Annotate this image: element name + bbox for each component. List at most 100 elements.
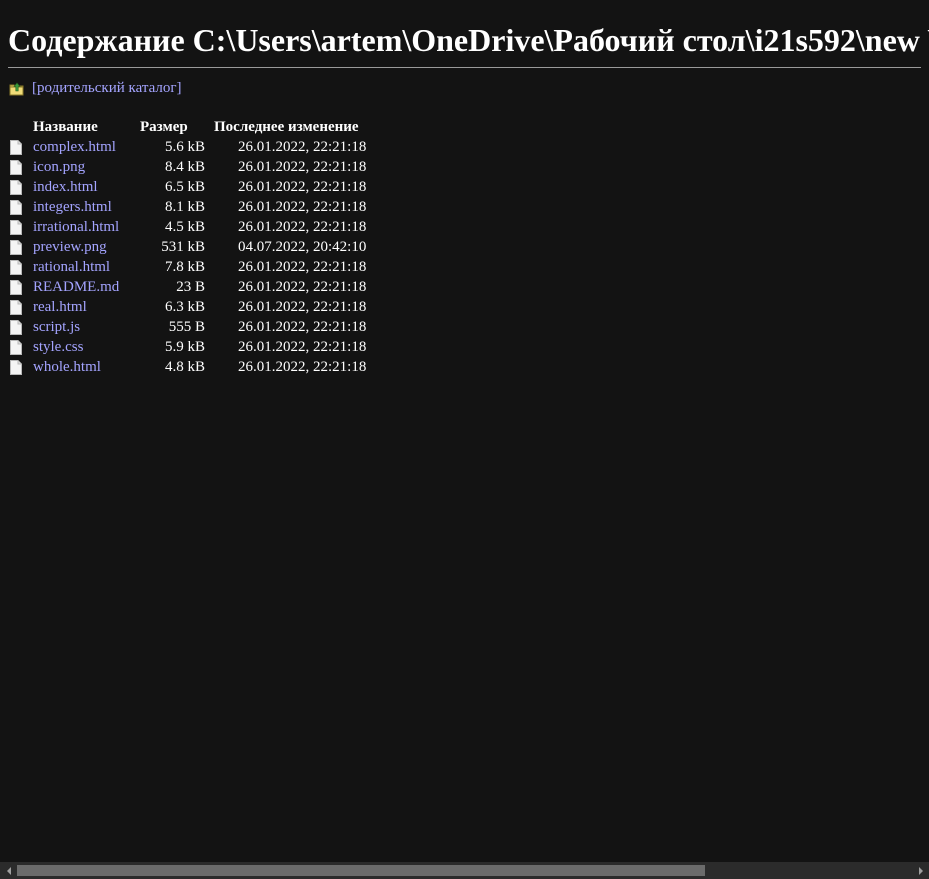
file-modified-cell: 26.01.2022, 22:21:18 [238, 259, 367, 275]
file-icon [10, 280, 22, 296]
heading-divider [8, 67, 921, 68]
file-modified-cell: 26.01.2022, 22:21:18 [238, 279, 367, 295]
file-size-cell: 7.8 kB [164, 259, 205, 275]
page-viewport: Содержание C:\Users\artem\OneDrive\Рабоч… [0, 0, 929, 862]
file-link[interactable]: script.js [33, 319, 80, 335]
file-link[interactable]: real.html [33, 299, 87, 315]
file-link[interactable]: whole.html [33, 359, 101, 375]
file-link[interactable]: complex.html [33, 139, 116, 155]
scroll-right-arrow-icon[interactable] [912, 862, 929, 879]
file-name-cell: icon.png [33, 157, 140, 177]
file-icon [10, 320, 22, 336]
file-size-cell: 5.9 kB [164, 339, 205, 355]
file-modified-cell: 26.01.2022, 22:21:18 [238, 339, 367, 355]
file-icon-cell [8, 177, 33, 197]
file-icon-cell [8, 197, 33, 217]
file-name-cell: rational.html [33, 257, 140, 277]
file-link[interactable]: irrational.html [33, 219, 119, 235]
file-icon-cell [8, 337, 33, 357]
table-row: real.html 6.3 kB 26.01.2022, 22:21:18 [8, 297, 366, 317]
file-name-cell: preview.png [33, 237, 140, 257]
file-modified-cell: 26.01.2022, 22:21:18 [238, 359, 367, 375]
table-row: script.js 555 B 26.01.2022, 22:21:18 [8, 317, 366, 337]
file-icon-cell [8, 317, 33, 337]
file-icon [10, 360, 22, 376]
file-modified-cell: 26.01.2022, 22:21:18 [238, 159, 367, 175]
file-modified-cell: 26.01.2022, 22:21:18 [238, 139, 367, 155]
file-size-cell: 555 B [168, 319, 205, 335]
file-icon-cell [8, 217, 33, 237]
horizontal-scrollbar[interactable] [0, 862, 929, 879]
file-modified-cell: 26.01.2022, 22:21:18 [238, 219, 367, 235]
table-row: preview.png 531 kB 04.07.2022, 20:42:10 [8, 237, 366, 257]
file-icon [10, 340, 22, 356]
scrollbar-thumb[interactable] [17, 865, 705, 876]
file-link[interactable]: integers.html [33, 199, 112, 215]
parent-directory-row: [родительский каталог] [9, 79, 182, 97]
table-row: complex.html 5.6 kB 26.01.2022, 22:21:18 [8, 137, 366, 157]
file-name-cell: index.html [33, 177, 140, 197]
file-name-cell: real.html [33, 297, 140, 317]
file-icon [10, 240, 22, 256]
table-row: integers.html 8.1 kB 26.01.2022, 22:21:18 [8, 197, 366, 217]
file-modified-cell: 26.01.2022, 22:21:18 [238, 299, 367, 315]
file-size-cell: 4.5 kB [164, 219, 205, 235]
file-size-cell: 8.4 kB [164, 159, 205, 175]
table-row: whole.html 4.8 kB 26.01.2022, 22:21:18 [8, 357, 366, 377]
folder-up-icon [9, 81, 24, 96]
file-link[interactable]: preview.png [33, 239, 107, 255]
file-name-cell: script.js [33, 317, 140, 337]
file-link[interactable]: rational.html [33, 259, 110, 275]
table-row: icon.png 8.4 kB 26.01.2022, 22:21:18 [8, 157, 366, 177]
file-name-cell: whole.html [33, 357, 140, 377]
file-icon-cell [8, 277, 33, 297]
file-size-cell: 8.1 kB [164, 199, 205, 215]
file-link[interactable]: style.css [33, 339, 83, 355]
file-icon-cell [8, 137, 33, 157]
file-modified-cell: 26.01.2022, 22:21:18 [238, 319, 367, 335]
table-row: README.md 23 B 26.01.2022, 22:21:18 [8, 277, 366, 297]
file-size-cell: 6.5 kB [164, 179, 205, 195]
file-icon [10, 260, 22, 276]
file-size-cell: 531 kB [161, 239, 205, 255]
file-name-cell: irrational.html [33, 217, 140, 237]
file-icon-cell [8, 297, 33, 317]
file-icon [10, 160, 22, 176]
file-icon-cell [8, 237, 33, 257]
modified-column-header[interactable]: Последнее изменение [205, 117, 366, 137]
file-link[interactable]: index.html [33, 179, 98, 195]
table-row: index.html 6.5 kB 26.01.2022, 22:21:18 [8, 177, 366, 197]
file-modified-cell: 26.01.2022, 22:21:18 [238, 199, 367, 215]
size-column-header[interactable]: Размер [140, 117, 205, 137]
icon-column-header [8, 117, 33, 137]
file-icon [10, 200, 22, 216]
table-row: irrational.html 4.5 kB 26.01.2022, 22:21:1… [8, 217, 366, 237]
file-modified-cell: 04.07.2022, 20:42:10 [238, 239, 367, 255]
file-icon [10, 180, 22, 196]
file-icon-cell [8, 357, 33, 377]
file-size-cell: 23 B [176, 279, 205, 295]
file-link[interactable]: icon.png [33, 159, 85, 175]
file-name-cell: style.css [33, 337, 140, 357]
name-column-header[interactable]: Название [33, 117, 140, 137]
file-icon-cell [8, 157, 33, 177]
file-size-cell: 5.6 kB [164, 139, 205, 155]
file-link[interactable]: README.md [33, 279, 119, 295]
file-modified-cell: 26.01.2022, 22:21:18 [238, 179, 367, 195]
file-icon [10, 300, 22, 316]
table-row: rational.html 7.8 kB 26.01.2022, 22:21:18 [8, 257, 366, 277]
file-size-cell: 4.8 kB [164, 359, 205, 375]
table-header-row: Название Размер Последнее изменение [8, 117, 366, 137]
scroll-left-arrow-icon[interactable] [0, 862, 17, 879]
file-icon [10, 220, 22, 236]
parent-directory-link[interactable]: [родительский каталог] [32, 79, 182, 97]
file-table: Название Размер Последнее изменение comp… [8, 117, 366, 377]
file-name-cell: README.md [33, 277, 140, 297]
file-icon [10, 140, 22, 156]
page-title: Содержание C:\Users\artem\OneDrive\Рабоч… [8, 22, 929, 58]
file-icon-cell [8, 257, 33, 277]
file-size-cell: 6.3 kB [164, 299, 205, 315]
file-name-cell: complex.html [33, 137, 140, 157]
file-name-cell: integers.html [33, 197, 140, 217]
table-row: style.css 5.9 kB 26.01.2022, 22:21:18 [8, 337, 366, 357]
